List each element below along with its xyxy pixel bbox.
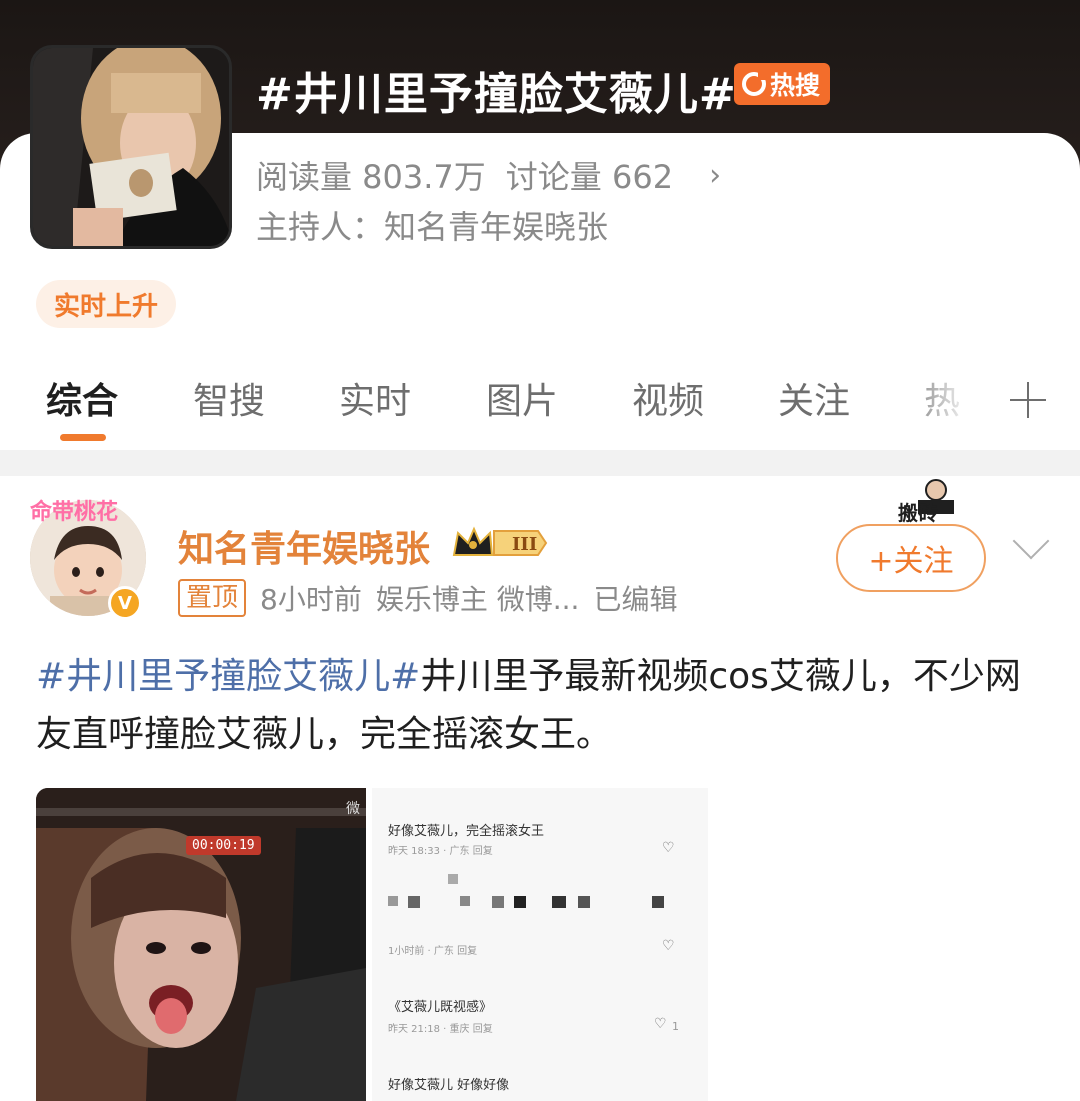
tab-smart-search[interactable]: 智搜 — [193, 372, 265, 424]
comment-meta: 昨天 18:33 · 广东 回复 — [388, 846, 493, 857]
sticker-image: 搬砖 — [896, 478, 982, 525]
comment-meta: 1小时前 · 广东 回复 — [388, 946, 478, 957]
comment-text: 好像艾薇儿，完全摇滚女王 — [388, 824, 545, 839]
tab-fade — [900, 360, 990, 440]
author-name[interactable]: 知名青年娱晓张 — [178, 520, 430, 572]
comment-text: 好像艾薇儿 好像好像 — [388, 1078, 510, 1093]
post-meta: 置顶 8小时前 娱乐博主 微博... 已编辑 — [178, 578, 677, 618]
video-still-picture — [36, 788, 366, 1101]
hot-badge-label: 热搜 — [770, 71, 821, 100]
edited-label: 已编辑 — [593, 583, 678, 616]
read-count: 阅读量 803.7万 — [256, 158, 486, 196]
chevron-right-icon[interactable]: › — [709, 158, 721, 193]
tab-comprehensive[interactable]: 综合 — [46, 372, 118, 424]
tab-images[interactable]: 图片 — [486, 372, 558, 424]
tab-following[interactable]: 关注 — [778, 372, 850, 424]
topic-cover-image[interactable] — [30, 45, 232, 249]
heart-icon: ♡ — [662, 938, 675, 954]
tab-bar: 综合 智搜 实时 图片 视频 关注 热 — [0, 360, 1080, 450]
topic-stats[interactable]: 阅读量 803.7万 讨论量 662 › — [256, 152, 721, 198]
post-image-comments[interactable]: 好像艾薇儿，完全摇滚女王 昨天 18:33 · 广东 回复 ♡ 1小时前 · 广… — [372, 788, 708, 1101]
post-image-video-still[interactable]: 00:00:19 微 — [36, 788, 366, 1101]
discussion-count: 讨论量 662 — [505, 158, 674, 196]
pinned-badge: 置顶 — [178, 579, 247, 617]
like-count: 1 — [672, 1020, 679, 1033]
active-tab-indicator — [60, 434, 106, 441]
chevron-down-icon[interactable] — [1012, 522, 1050, 560]
section-divider — [0, 450, 1080, 476]
post-text: #井川里予撞脸艾薇儿#井川里予最新视频cos艾薇儿，不少网友直呼撞脸艾薇儿，完全… — [36, 648, 1046, 764]
heart-icon: ♡ — [654, 1016, 667, 1032]
verified-icon: V — [108, 586, 142, 620]
topic-title: #井川里予撞脸艾薇儿# — [256, 69, 737, 120]
post-hashtag-link[interactable]: #井川里予撞脸艾薇儿# — [36, 656, 420, 697]
watermark: 微 — [346, 801, 360, 817]
video-timer: 00:00:19 — [186, 836, 261, 855]
comment-meta: 昨天 21:18 · 重庆 回复 — [388, 1024, 493, 1035]
tab-videos[interactable]: 视频 — [632, 372, 704, 424]
avatar-frame-tag: 命带桃花 — [30, 500, 119, 525]
heart-icon: ♡ — [662, 840, 675, 856]
hot-search-badge: 热搜 — [734, 63, 831, 105]
rising-badge: 实时上升 — [36, 280, 177, 328]
crown-level-icon: III — [452, 525, 548, 561]
follow-button[interactable]: +关注 — [836, 524, 986, 592]
blurred-comment — [388, 874, 664, 908]
post-source: 娱乐博主 微博... — [375, 583, 580, 616]
plus-icon[interactable] — [1010, 382, 1046, 418]
post-time: 8小时前 — [260, 583, 362, 616]
hot-icon — [742, 72, 766, 96]
level-badge-text: III — [512, 534, 537, 555]
cover-photo — [33, 48, 229, 246]
sticker-text: 搬砖 — [898, 501, 938, 524]
topic-host[interactable]: 主持人：知名青年娱晓张 — [256, 202, 608, 248]
tab-realtime[interactable]: 实时 — [339, 372, 411, 424]
comment-text: 《艾薇儿既视感》 — [388, 1000, 493, 1015]
